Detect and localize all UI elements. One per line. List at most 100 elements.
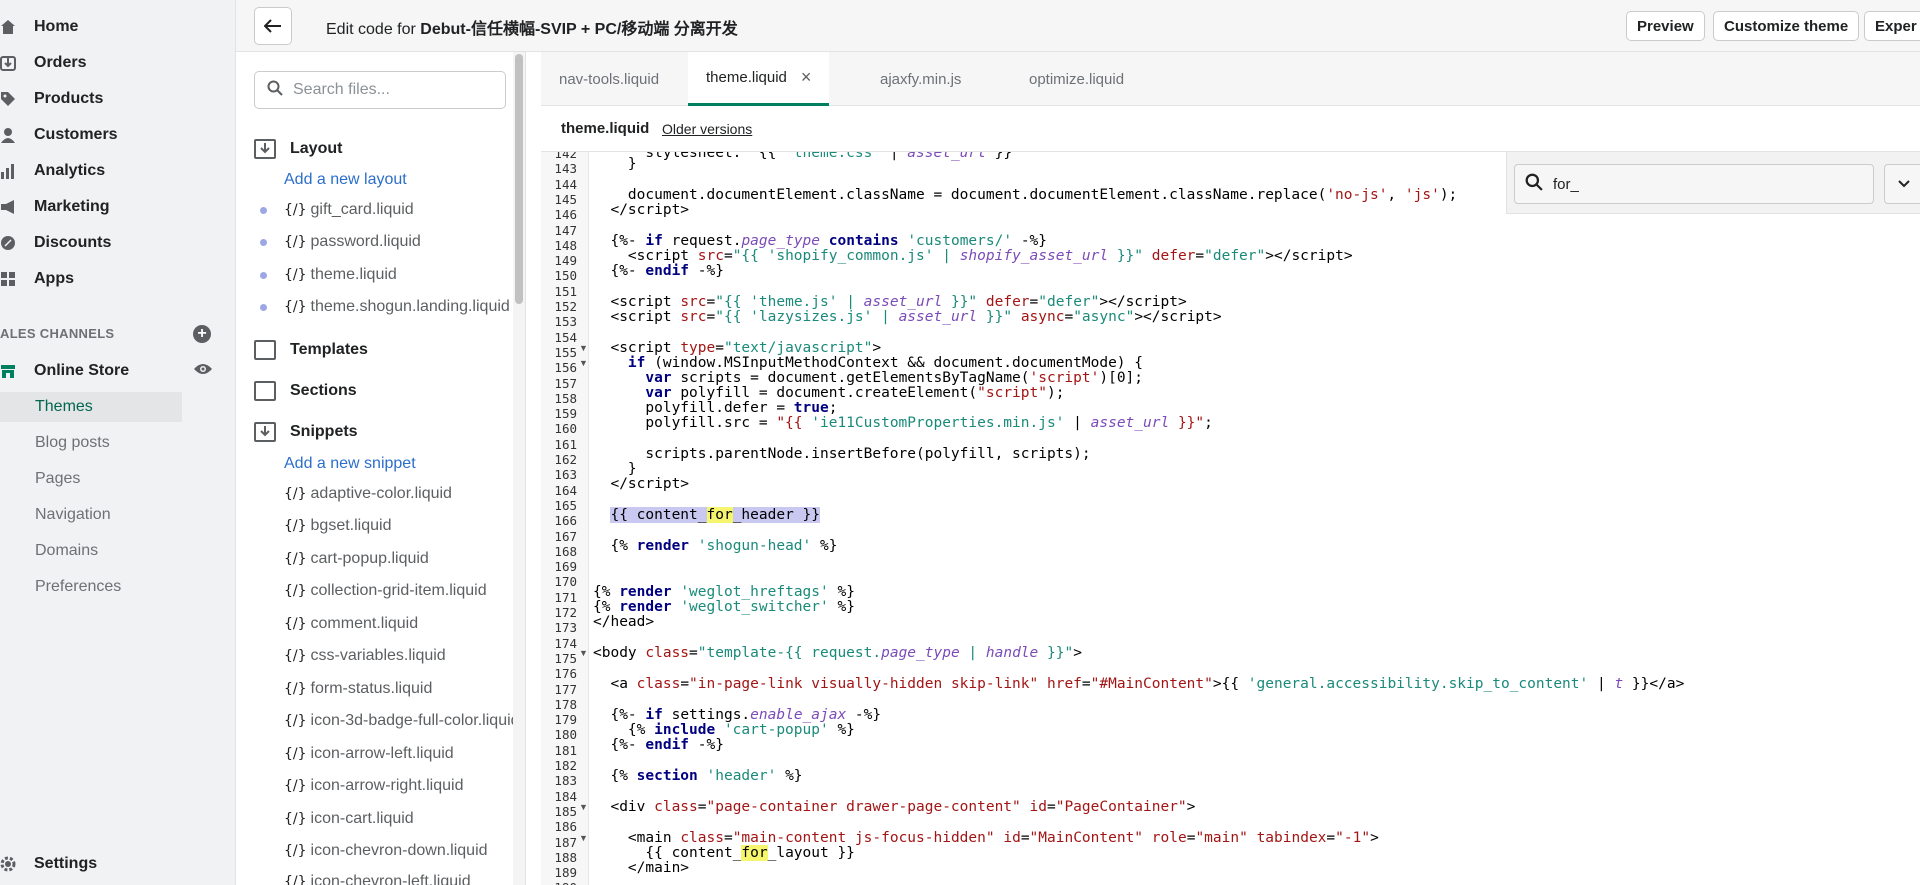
expert-button[interactable]: Exper <box>1864 11 1920 41</box>
line-number: 171 <box>554 589 577 605</box>
file-snippet[interactable]: {/} cart-popup.liquid <box>260 547 429 571</box>
editor-tabs: nav-tools.liquid theme.liquid × ajaxfy.mi… <box>541 52 1920 106</box>
line-number: 169 <box>554 559 577 575</box>
code-line: {% render 'weglot_hreftags' %} <box>593 584 855 600</box>
file-snippet[interactable]: {/} collection-grid-item.liquid <box>260 579 487 603</box>
file-name: icon-arrow-left.liquid <box>310 745 454 762</box>
nav-apps[interactable]: Apps <box>0 262 236 296</box>
file-name: icon-chevron-left.liquid <box>310 873 471 885</box>
file-snippet[interactable]: {/} bgset.liquid <box>260 514 391 538</box>
orders-icon <box>0 55 16 71</box>
nav-preferences[interactable]: Preferences <box>0 572 182 602</box>
file-snippet[interactable]: {/} icon-arrow-left.liquid <box>260 742 454 766</box>
line-number: 187 <box>554 834 577 850</box>
scrollbar-thumb[interactable] <box>515 54 523 304</box>
nav-home-label: Home <box>34 18 79 35</box>
folder-snippets[interactable]: Snippets <box>254 419 358 445</box>
customize-theme-button[interactable]: Customize theme <box>1713 11 1860 41</box>
line-number: 186 <box>554 819 577 835</box>
nav-apps-label: Apps <box>34 270 74 287</box>
tab-nav-tools[interactable]: nav-tools.liquid <box>559 52 659 106</box>
file-snippet[interactable]: {/} comment.liquid <box>260 612 418 636</box>
older-versions-link[interactable]: Older versions <box>662 121 752 137</box>
file-password[interactable]: {/} password.liquid <box>260 230 421 254</box>
file-name: comment.liquid <box>310 615 419 632</box>
search-icon <box>267 80 283 101</box>
file-snippet[interactable]: {/} form-status.liquid <box>260 677 432 701</box>
fold-arrow-icon[interactable]: ▼ <box>579 646 588 661</box>
file-snippet[interactable]: {/} icon-arrow-right.liquid <box>260 774 463 798</box>
line-number: 185 <box>554 803 577 819</box>
folder-snippets-label: Snippets <box>290 423 358 440</box>
file-snippet[interactable]: {/} css-variables.liquid <box>260 644 446 668</box>
apps-icon <box>0 271 16 287</box>
admin-sidebar: Home Orders Products Customers Analytics <box>0 0 236 885</box>
liquid-file-icon: {/} <box>284 681 307 697</box>
eye-icon[interactable] <box>193 362 213 376</box>
line-number: 189 <box>554 865 577 881</box>
find-options-toggle[interactable] <box>1884 164 1920 204</box>
search-icon <box>1525 173 1543 196</box>
folder-sections[interactable]: Sections <box>254 378 357 404</box>
file-list-scrollbar[interactable] <box>513 52 525 885</box>
find-input[interactable] <box>1553 175 1843 193</box>
nav-settings[interactable]: Settings <box>0 847 236 881</box>
add-snippet-link[interactable]: Add a new snippet <box>284 455 416 473</box>
add-layout-link[interactable]: Add a new layout <box>284 171 407 189</box>
file-name: collection-grid-item.liquid <box>310 582 487 599</box>
nav-customers[interactable]: Customers <box>0 118 236 152</box>
nav-discounts[interactable]: Discounts <box>0 226 236 260</box>
file-theme[interactable]: {/} theme.liquid <box>260 263 397 287</box>
tab-ajaxfy[interactable]: ajaxfy.min.js <box>880 52 961 106</box>
folder-icon <box>254 340 276 360</box>
liquid-file-icon: {/} <box>284 648 307 664</box>
tab-optimize[interactable]: optimize.liquid <box>1029 52 1124 106</box>
fold-arrow-icon[interactable]: ▼ <box>579 800 588 815</box>
search-files-input[interactable] <box>293 81 493 99</box>
code-area[interactable]: 142 143 144 145 146 147 148 149 150 151 152 153 154 1… <box>541 152 1920 885</box>
folder-templates[interactable]: Templates <box>254 337 368 363</box>
nav-domains[interactable]: Domains <box>0 536 182 566</box>
liquid-file-icon: {/} <box>284 551 307 567</box>
file-snippet[interactable]: {/} icon-3d-badge-full-color.liquid <box>260 709 520 733</box>
close-icon[interactable]: × <box>801 67 812 88</box>
liquid-file-icon: {/} <box>284 713 307 729</box>
current-file-name: theme.liquid <box>561 120 650 137</box>
folder-layout[interactable]: Layout <box>254 136 342 162</box>
add-channel-icon[interactable]: + <box>193 325 211 343</box>
file-snippet[interactable]: {/} icon-chevron-down.liquid <box>260 839 488 863</box>
file-snippet[interactable]: {/} icon-cart.liquid <box>260 807 414 831</box>
file-name: icon-cart.liquid <box>310 810 414 827</box>
file-snippet[interactable]: {/} icon-chevron-left.liquid <box>260 870 471 885</box>
code-line: <script src="{{ 'shopify_common.js' | sh… <box>593 248 1353 264</box>
nav-pages[interactable]: Pages <box>0 464 182 494</box>
folder-templates-label: Templates <box>290 341 368 358</box>
file-theme-shogun[interactable]: {/} theme.shogun.landing.liquid <box>260 295 510 319</box>
code-line: var polyfill = document.createElement("s… <box>645 385 1065 401</box>
fold-arrow-icon[interactable]: ▼ <box>579 356 588 371</box>
nav-marketing[interactable]: Marketing <box>0 190 236 224</box>
gear-icon <box>0 856 16 872</box>
nav-navigation[interactable]: Navigation <box>0 500 182 530</box>
top-bar: Edit code for Debut-信任横幅-SVIP + PC/移动端 分… <box>236 0 1920 52</box>
fold-arrow-icon[interactable]: ▼ <box>579 831 588 846</box>
line-number: 158 <box>554 390 577 406</box>
nav-orders[interactable]: Orders <box>0 46 236 80</box>
nav-analytics[interactable]: Analytics <box>0 154 236 188</box>
folder-layout-label: Layout <box>290 140 343 157</box>
file-snippet[interactable]: {/} adaptive-color.liquid <box>260 482 452 506</box>
nav-blog-posts[interactable]: Blog posts <box>0 428 182 458</box>
code-line: <div class="page-container drawer-page-c… <box>593 799 1196 815</box>
nav-discounts-label: Discounts <box>34 234 112 251</box>
code-line: scripts.parentNode.insertBefore(polyfill… <box>593 446 1091 462</box>
nav-products[interactable]: Products <box>0 82 236 116</box>
tab-theme[interactable]: theme.liquid × <box>688 52 830 106</box>
nav-home[interactable]: Home <box>0 10 236 44</box>
code-line: <script type="text/javascript"> <box>593 340 882 356</box>
line-number: 146 <box>554 207 577 223</box>
back-button[interactable] <box>254 7 292 45</box>
preview-button[interactable]: Preview <box>1626 11 1705 41</box>
fold-arrow-icon[interactable]: ▼ <box>579 341 588 356</box>
nav-themes[interactable]: Themes <box>0 392 182 422</box>
file-gift-card[interactable]: {/} gift_card.liquid <box>260 198 414 222</box>
